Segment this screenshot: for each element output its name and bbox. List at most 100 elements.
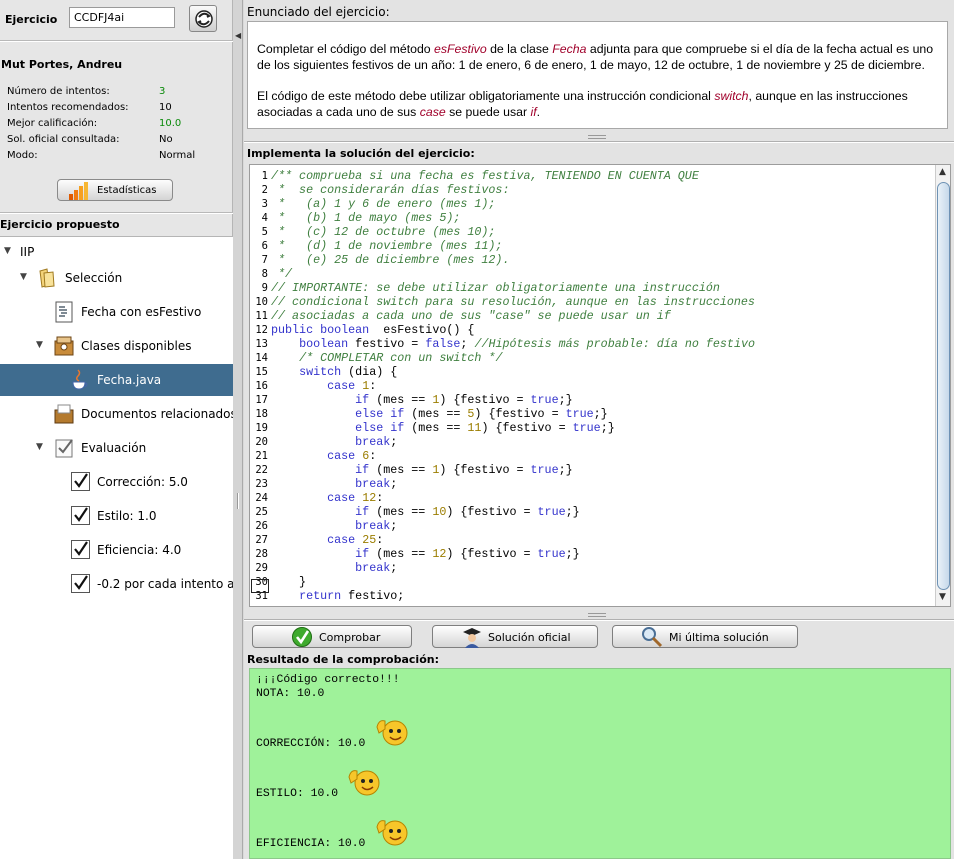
statement-keyword: switch [714,89,749,103]
code-line: // asociadas a cada uno de sus "case" se… [271,309,931,323]
tree-node-label: Fecha.java [97,373,162,387]
code-token: true [530,463,559,477]
check-button[interactable]: Comprobar [252,625,412,648]
expand-arrow-icon[interactable]: ▼ [4,246,11,256]
code-line: return festivo; [271,589,931,603]
app-window: Ejercicio CCDFJ4ai Mut Portes, Andreu Nú… [0,0,954,859]
code-line: break; [271,477,931,491]
code-line: else if (mes == 5) {festivo = true;} [271,407,931,421]
code-token: festivo = [348,337,426,351]
statement-text: . [536,105,541,119]
scroll-down-arrow-icon[interactable]: ▼ [939,592,946,602]
code-token: if [355,505,370,519]
stat-label: Intentos recomendados: [7,102,129,113]
scroll-up-arrow-icon[interactable]: ▲ [939,167,946,177]
line-number: 28 [255,548,268,560]
code-token: 12 [432,547,447,561]
result-estilo: ESTILO: 10.0 [256,788,339,800]
check-icon [74,541,88,556]
change-exercise-button[interactable] [189,5,217,32]
code-token: 25 [362,533,377,547]
statement-text: El código de este método debe utilizar o… [257,89,715,103]
code-token: ) {festivo = [481,421,573,435]
statement-keyword: case [419,105,446,119]
expand-arrow-icon[interactable]: ▼ [36,340,43,350]
line-number: 1 [261,170,268,182]
stat-label: Sol. oficial consultada: [7,134,120,145]
tree-node-label: Corrección: 5.0 [97,475,188,489]
line-number: 14 [255,352,268,364]
code-token: break [355,519,391,533]
line-number: 20 [255,436,268,448]
line-number: 25 [255,506,268,518]
code-token: (mes == [404,407,468,421]
stat-value: 3 [159,86,166,97]
line-number: 13 [255,338,268,350]
code-line: case 6: [271,449,931,463]
code-token: break [355,435,391,449]
expand-arrow-icon[interactable]: ▼ [36,442,43,452]
code-line: case 12: [271,491,931,505]
code-token: boolean [299,337,349,351]
code-token: case [327,491,356,505]
stat-label: Mejor calificación: [7,118,98,129]
exercise-label: Ejercicio [5,13,58,26]
code-token: switch [299,365,342,379]
statistics-button-label: Estadísticas [97,185,157,196]
exercise-bar: Ejercicio CCDFJ4ai [0,0,233,38]
stat-label: Modo: [7,150,38,161]
magnifier-icon [642,627,663,648]
tree-node-label: Documentos relacionados [81,407,233,421]
thumbs-up-smiley-icon [348,770,380,796]
collapse-left-arrow-icon[interactable]: ◀ [235,31,241,40]
code-token: ) {festivo = [446,505,538,519]
exercise-code-field[interactable]: CCDFJ4ai [69,7,175,28]
editor-scrollbar[interactable]: ▲ ▼ [935,165,950,606]
code-token: else if [355,421,405,435]
code-token: break [355,561,391,575]
bar-chart-icon [69,182,88,200]
splitter-grip[interactable] [237,493,239,509]
scrollbar-thumb[interactable] [937,182,950,590]
expand-arrow-icon[interactable]: ▼ [20,272,27,282]
last-solution-button[interactable]: Mi última solución [612,625,798,648]
code-line: break; [271,435,931,449]
code-token: /* COMPLETAR con un switch */ [299,351,503,365]
line-number: 29 [255,562,268,574]
code-token: case [327,379,356,393]
result-correccion: CORRECCIÓN: 10.0 [256,738,366,750]
change-exercise-icon [195,10,213,28]
code-line: /* COMPLETAR con un switch */ [271,351,931,365]
tree-node-label: Clases disponibles [81,339,192,353]
code-token: (mes == [369,463,433,477]
code-text[interactable]: /** comprueba si una fecha es festiva, T… [271,169,931,603]
statistics-button[interactable]: Estadísticas [57,179,173,201]
panel-splitter[interactable]: ◀ [233,0,243,859]
official-solution-button[interactable]: Solución oficial [432,625,598,648]
statement-box: Completar el código del método esFestivo… [247,21,948,129]
result-label: Resultado de la comprobación: [247,653,439,666]
result-eficiencia: EFICIENCIA: 10.0 [256,838,366,850]
resize-grip[interactable] [588,613,606,617]
code-editor[interactable]: 1 2 3 4 5 6 7 8 9 10 11 12 13 14 15 16 17 18 19 20 21 22 23 24 2… [249,164,951,607]
statement-label: Enunciado del ejercicio: [247,5,390,19]
code-token: true [537,547,566,561]
result-status: ¡¡¡Código correcto!!! [256,674,400,686]
statement-class-name: Fecha [552,42,587,56]
divider [244,141,954,143]
resize-grip[interactable] [588,135,606,139]
stat-value: 10.0 [159,118,182,129]
statement-text: se puede usar [445,105,531,119]
code-token: (mes == [369,393,433,407]
code-line: } [271,575,931,589]
result-grade: NOTA: 10.0 [256,688,325,700]
code-line: */ [271,267,931,281]
java-cup-icon [72,369,88,390]
